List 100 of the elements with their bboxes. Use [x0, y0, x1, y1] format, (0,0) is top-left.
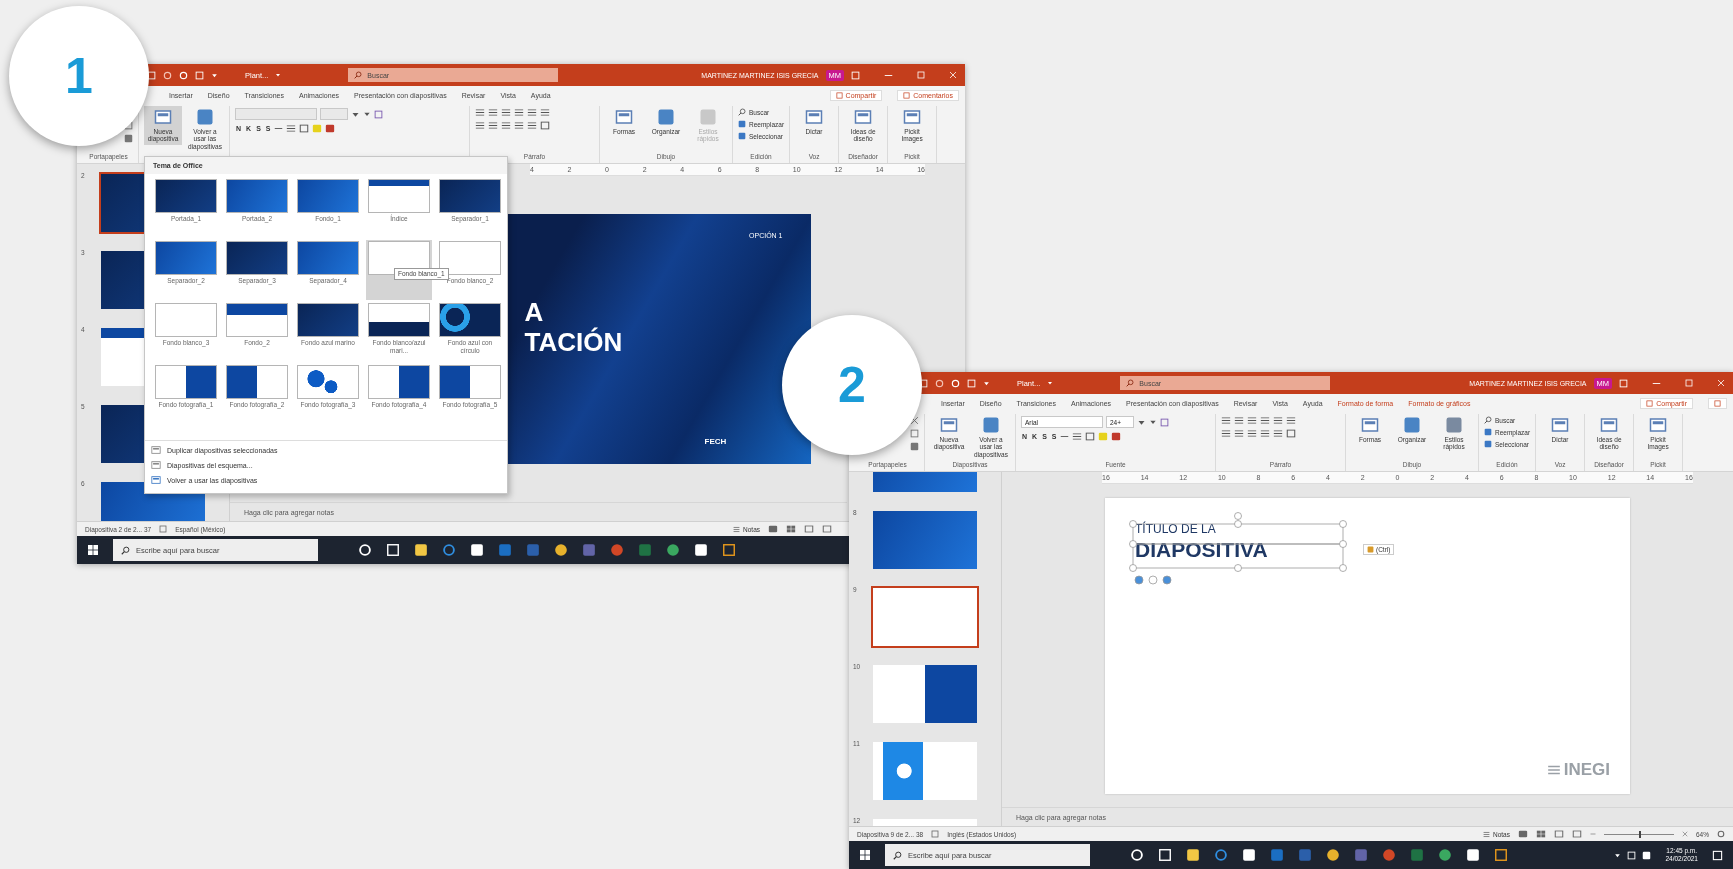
shrink-font-icon[interactable]	[1149, 418, 1157, 426]
speaker-icon[interactable]	[1642, 850, 1652, 860]
font-size-field[interactable]	[320, 108, 348, 120]
clear-format-icon[interactable]	[374, 109, 383, 119]
undo-icon[interactable]	[935, 378, 944, 388]
redo-icon[interactable]	[179, 70, 188, 80]
presenter-icon[interactable]	[967, 378, 976, 388]
save-icon[interactable]	[147, 70, 156, 80]
document-app-icon[interactable]	[526, 543, 540, 557]
decrease-indent-icon[interactable]	[1247, 416, 1257, 425]
browser-icon[interactable]	[442, 543, 456, 557]
network-icon[interactable]	[1627, 850, 1637, 860]
maximize-icon[interactable]	[1685, 379, 1693, 387]
format-painter-icon[interactable]	[124, 134, 133, 143]
browser-icon[interactable]	[1214, 848, 1228, 862]
chat-app-icon[interactable]	[582, 543, 596, 557]
presentation-app-icon[interactable]	[610, 543, 624, 557]
align-right-icon[interactable]	[1247, 429, 1257, 438]
character-spacing-icon[interactable]	[286, 124, 297, 133]
bullets-icon[interactable]	[1221, 416, 1231, 425]
cortana-circle-icon[interactable]	[358, 543, 372, 557]
redo-icon[interactable]	[951, 378, 960, 388]
smartart-icon[interactable]	[540, 121, 550, 130]
fit-slide-icon[interactable]	[1717, 830, 1725, 838]
justify-icon[interactable]	[1260, 429, 1270, 438]
mail-app-icon[interactable]	[1270, 848, 1284, 862]
mail-app-icon[interactable]	[498, 543, 512, 557]
copy-icon[interactable]	[910, 429, 919, 438]
globe-icon[interactable]	[1438, 848, 1452, 862]
character-spacing-icon[interactable]	[1072, 432, 1083, 441]
design-app-icon[interactable]	[722, 543, 736, 557]
cortana-circle-icon[interactable]	[1130, 848, 1144, 862]
align-left-icon[interactable]	[1221, 429, 1231, 438]
font-color-icon[interactable]	[1111, 432, 1122, 441]
font-name-field[interactable]	[235, 108, 317, 120]
undo-icon[interactable]	[163, 70, 172, 80]
presenter-icon[interactable]	[195, 70, 204, 80]
presentation-app-icon[interactable]	[1382, 848, 1396, 862]
caret-icon[interactable]	[275, 72, 282, 78]
ribbon-display-icon[interactable]	[851, 70, 860, 80]
start-icon[interactable]	[87, 544, 99, 556]
increase-indent-icon[interactable]	[514, 108, 524, 117]
folder-icon[interactable]	[1186, 848, 1200, 862]
document-app-icon[interactable]	[1298, 848, 1312, 862]
image-app-icon[interactable]	[1466, 848, 1480, 862]
reading-view-icon[interactable]	[804, 525, 814, 533]
shopping-bag-icon[interactable]	[1242, 848, 1256, 862]
design-app-icon[interactable]	[1494, 848, 1508, 862]
align-center-icon[interactable]	[1234, 429, 1244, 438]
line-spacing-icon[interactable]	[1273, 416, 1283, 425]
caret-icon[interactable]	[211, 71, 218, 79]
slideshow-icon[interactable]	[1572, 830, 1582, 838]
close-icon[interactable]	[1717, 379, 1725, 387]
change-case-icon[interactable]	[299, 124, 310, 133]
chat-app-icon[interactable]	[1354, 848, 1368, 862]
round-browser-icon[interactable]	[1326, 848, 1340, 862]
slide-thumbnail[interactable]	[871, 586, 979, 648]
text-direction-icon[interactable]	[1286, 416, 1296, 425]
spreadsheet-app-icon[interactable]	[1410, 848, 1424, 862]
image-app-icon[interactable]	[694, 543, 708, 557]
numbering-icon[interactable]	[488, 108, 498, 117]
columns-icon[interactable]	[1273, 429, 1283, 438]
line-spacing-icon[interactable]	[527, 108, 537, 117]
align-center-icon[interactable]	[488, 121, 498, 130]
maximize-icon[interactable]	[917, 71, 925, 79]
decrease-indent-icon[interactable]	[501, 108, 511, 117]
normal-view-icon[interactable]	[768, 525, 778, 533]
columns-icon[interactable]	[527, 121, 537, 130]
spreadsheet-app-icon[interactable]	[638, 543, 652, 557]
smartart-icon[interactable]	[1286, 429, 1296, 438]
normal-view-icon[interactable]	[1518, 830, 1528, 838]
numbering-icon[interactable]	[1234, 416, 1244, 425]
start-icon[interactable]	[859, 849, 871, 861]
round-browser-icon[interactable]	[554, 543, 568, 557]
text-direction-icon[interactable]	[540, 108, 550, 117]
slideshow-icon[interactable]	[822, 525, 832, 533]
folder-icon[interactable]	[414, 543, 428, 557]
slide-sorter-icon[interactable]	[786, 525, 796, 533]
align-right-icon[interactable]	[501, 121, 511, 130]
justify-icon[interactable]	[514, 121, 524, 130]
format-painter-icon[interactable]	[910, 442, 919, 451]
shopping-bag-icon[interactable]	[470, 543, 484, 557]
chevron-icon[interactable]	[1614, 851, 1622, 859]
font-color-icon[interactable]	[325, 124, 336, 133]
caret-icon[interactable]	[1047, 380, 1054, 386]
task-view-icon[interactable]	[386, 543, 400, 557]
notifications-icon[interactable]	[1712, 849, 1723, 861]
caret-icon[interactable]	[983, 379, 990, 387]
ribbon-display-icon[interactable]	[1619, 378, 1628, 388]
save-icon[interactable]	[919, 378, 928, 388]
close-icon[interactable]	[949, 71, 957, 79]
increase-indent-icon[interactable]	[1260, 416, 1270, 425]
slide-sorter-icon[interactable]	[1536, 830, 1546, 838]
bullets-icon[interactable]	[475, 108, 485, 117]
clear-format-icon[interactable]	[1160, 417, 1169, 427]
globe-icon[interactable]	[666, 543, 680, 557]
align-left-icon[interactable]	[475, 121, 485, 130]
change-case-icon[interactable]	[1085, 432, 1096, 441]
shrink-font-icon[interactable]	[363, 110, 371, 118]
task-view-icon[interactable]	[1158, 848, 1172, 862]
